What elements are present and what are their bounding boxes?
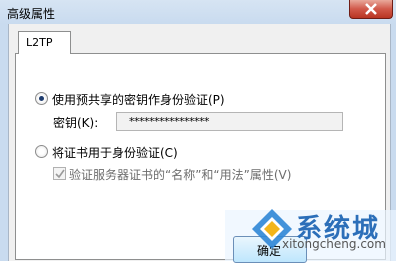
- key-input[interactable]: ****************: [116, 112, 343, 131]
- verify-server-cert-checkbox[interactable]: [53, 167, 66, 180]
- dialog-window: 高级属性 L2TP 使用预共享的密钥作身份验证(P) 密钥(K): ******…: [0, 0, 396, 263]
- title-bar[interactable]: 高级属性: [0, 0, 396, 24]
- watermark-url: xitongcheng.com: [282, 237, 386, 251]
- checkmark-icon: [55, 169, 65, 179]
- close-icon: [365, 3, 377, 15]
- psk-radio-label[interactable]: 使用预共享的密钥作身份验证(P): [52, 91, 225, 108]
- close-button[interactable]: [349, 0, 393, 19]
- tab-l2tp[interactable]: L2TP: [18, 31, 71, 54]
- cert-radio[interactable]: [35, 145, 48, 158]
- key-label: 密钥(K):: [53, 116, 99, 130]
- key-value: ****************: [129, 115, 210, 128]
- cert-radio-label[interactable]: 将证书用于身份验证(C): [52, 144, 178, 161]
- psk-radio[interactable]: [35, 92, 48, 105]
- tab-label: L2TP: [26, 36, 53, 49]
- verify-server-cert-label: 验证服务器证书的“名称”和“用法”属性(V): [69, 168, 292, 182]
- radio-selected-dot: [39, 96, 44, 101]
- window-title: 高级属性: [7, 7, 56, 21]
